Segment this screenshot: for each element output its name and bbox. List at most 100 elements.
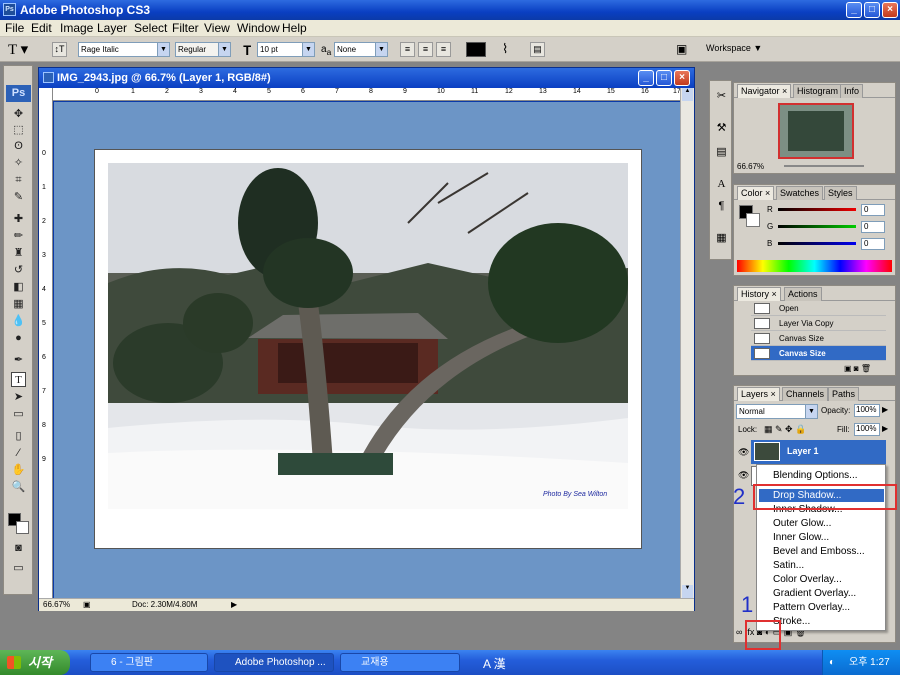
scroll-up-icon[interactable]: ▲ — [682, 88, 693, 101]
character-icon[interactable]: A — [714, 177, 729, 192]
tab-channels[interactable]: Channels — [782, 387, 829, 401]
tab-swatches[interactable]: Swatches — [776, 186, 824, 200]
clone-stamp-icon[interactable]: ♜ — [11, 246, 26, 261]
menu-select[interactable]: Select — [134, 21, 167, 35]
eraser-tool-icon[interactable]: ◧ — [11, 280, 26, 295]
menu-image[interactable]: Image — [60, 21, 93, 35]
menu-window[interactable]: Window — [237, 21, 280, 35]
menu-item-outer-glow[interactable]: Outer Glow... — [773, 517, 831, 530]
navigator-zoom[interactable]: 66.67% — [737, 162, 764, 171]
menu-item-blending-options[interactable]: Blending Options... — [773, 469, 858, 482]
history-brush-icon[interactable]: ↺ — [11, 263, 26, 278]
type-tool-icon[interactable]: T ▾ — [8, 40, 28, 59]
tab-actions[interactable]: Actions — [784, 287, 822, 301]
status-info-icon[interactable]: ▣ — [83, 600, 91, 609]
text-color-swatch[interactable] — [466, 42, 486, 57]
tray-icon[interactable]: ◐ — [829, 650, 835, 675]
vertical-scrollbar[interactable]: ▲ ▼ — [680, 88, 694, 600]
doc-minimize-button[interactable]: _ — [638, 70, 654, 86]
brush-tool-icon[interactable]: ✏ — [11, 229, 26, 244]
palettes-icon[interactable]: ▤ — [530, 42, 545, 57]
tab-info[interactable]: Info — [840, 84, 864, 98]
minimize-button[interactable]: _ — [846, 2, 862, 18]
history-footer-icons[interactable]: ▣ ◙ 🗑 — [844, 364, 871, 373]
screen-mode-icon[interactable]: ▭ — [11, 561, 26, 576]
taskbar-paint[interactable]: 6 - 그림판 — [90, 653, 208, 672]
blur-tool-icon[interactable]: 💧 — [11, 314, 26, 329]
hand-tool-icon[interactable]: ✋ — [11, 463, 26, 478]
menu-item-color-overlay[interactable]: Color Overlay... — [773, 573, 842, 586]
menu-item-gradient-overlay[interactable]: Gradient Overlay... — [773, 587, 856, 600]
magic-wand-icon[interactable]: ✧ — [11, 156, 26, 171]
zoom-tool-icon[interactable]: 🔍 — [11, 480, 26, 495]
eye-icon[interactable]: 👁 — [738, 447, 749, 458]
zoom-level[interactable]: 66.67% — [43, 600, 70, 609]
slice-tool-icon[interactable]: ✎ — [11, 190, 26, 205]
doc-close-button[interactable]: × — [674, 70, 690, 86]
r-slider[interactable] — [778, 208, 856, 211]
menu-edit[interactable]: Edit — [31, 21, 52, 35]
pen-tool-icon[interactable]: ✒ — [11, 353, 26, 368]
b-value[interactable]: 0 — [861, 238, 885, 250]
bg-color-swatch[interactable] — [746, 213, 760, 227]
font-family-select[interactable]: Rage Italic ▼ — [78, 42, 170, 57]
menu-help[interactable]: Help — [282, 21, 307, 35]
start-button[interactable]: 시작 — [0, 650, 70, 675]
menu-item-bevel-emboss[interactable]: Bevel and Emboss... — [773, 545, 865, 558]
crop-tool-icon[interactable]: ⌗ — [11, 173, 26, 188]
type-tool-active-icon[interactable]: T — [11, 372, 26, 387]
healing-brush-icon[interactable]: ✚ — [11, 212, 26, 227]
move-tool-icon[interactable]: ✥ — [11, 107, 26, 122]
taskbar-photoshop[interactable]: Adobe Photoshop ... — [214, 653, 334, 672]
blend-mode-select[interactable]: Normal ▼ — [736, 404, 818, 419]
warp-text-icon[interactable]: ⌇ — [502, 41, 508, 57]
marquee-tool-icon[interactable]: ⬚ — [11, 123, 26, 138]
font-size-select[interactable]: 10 pt ▼ — [257, 42, 315, 57]
maximize-button[interactable]: □ — [864, 2, 880, 18]
tab-navigator[interactable]: Navigator × — [737, 84, 792, 98]
info-icon[interactable]: ▦ — [714, 231, 729, 246]
menu-view[interactable]: View — [204, 21, 230, 35]
align-right-icon[interactable]: ≡ — [436, 42, 451, 57]
history-item-selected[interactable]: Canvas Size — [751, 346, 886, 361]
b-slider[interactable] — [778, 242, 856, 245]
fill-arrow-icon[interactable]: ▶ — [882, 424, 888, 433]
layer-row-selected[interactable]: Layer 1 — [751, 440, 886, 464]
orientation-icon[interactable]: ↕T — [52, 42, 67, 57]
tab-paths[interactable]: Paths — [828, 387, 860, 401]
opacity-arrow-icon[interactable]: ▶ — [882, 405, 888, 414]
menu-file[interactable]: File — [5, 21, 24, 35]
layer-name[interactable]: Layer 1 — [787, 446, 819, 456]
paragraph-icon[interactable]: ¶ — [714, 199, 729, 214]
brushes-icon[interactable]: ✂ — [714, 89, 729, 104]
eyedropper-icon[interactable]: ⁄ — [11, 446, 26, 461]
tab-histogram[interactable]: Histogram — [793, 84, 843, 98]
color-ramp[interactable] — [737, 260, 892, 272]
history-item[interactable]: Layer Via Copy — [751, 316, 886, 331]
doc-maximize-button[interactable]: □ — [656, 70, 672, 86]
menu-filter[interactable]: Filter — [172, 21, 199, 35]
opacity-input[interactable]: 100% — [854, 404, 880, 417]
navigator-zoom-slider[interactable] — [784, 165, 864, 167]
tab-layers[interactable]: Layers × — [737, 387, 780, 401]
lasso-tool-icon[interactable]: ʘ — [11, 139, 26, 154]
scroll-down-icon[interactable]: ▼ — [682, 585, 693, 598]
navigator-preview[interactable] — [778, 103, 854, 159]
notes-tool-icon[interactable]: ▯ — [11, 429, 26, 444]
g-value[interactable]: 0 — [861, 221, 885, 233]
quick-mask-icon[interactable]: ◙ — [11, 541, 26, 556]
menu-item-pattern-overlay[interactable]: Pattern Overlay... — [773, 601, 850, 614]
font-style-select[interactable]: Regular ▼ — [175, 42, 231, 57]
r-value[interactable]: 0 — [861, 204, 885, 216]
menu-layer[interactable]: Layer — [97, 21, 127, 35]
menu-item-inner-glow[interactable]: Inner Glow... — [773, 531, 829, 544]
gradient-tool-icon[interactable]: ▦ — [11, 297, 26, 312]
history-item[interactable]: Open — [751, 301, 886, 316]
history-item[interactable]: Canvas Size — [751, 331, 886, 346]
photo-image[interactable] — [108, 163, 628, 509]
path-selection-icon[interactable]: ➤ — [11, 390, 26, 405]
ime-indicator[interactable]: A 漢 — [483, 655, 506, 672]
shape-tool-icon[interactable]: ▭ — [11, 407, 26, 422]
status-menu-arrow-icon[interactable]: ▶ — [231, 600, 237, 609]
close-button[interactable]: × — [882, 2, 898, 18]
